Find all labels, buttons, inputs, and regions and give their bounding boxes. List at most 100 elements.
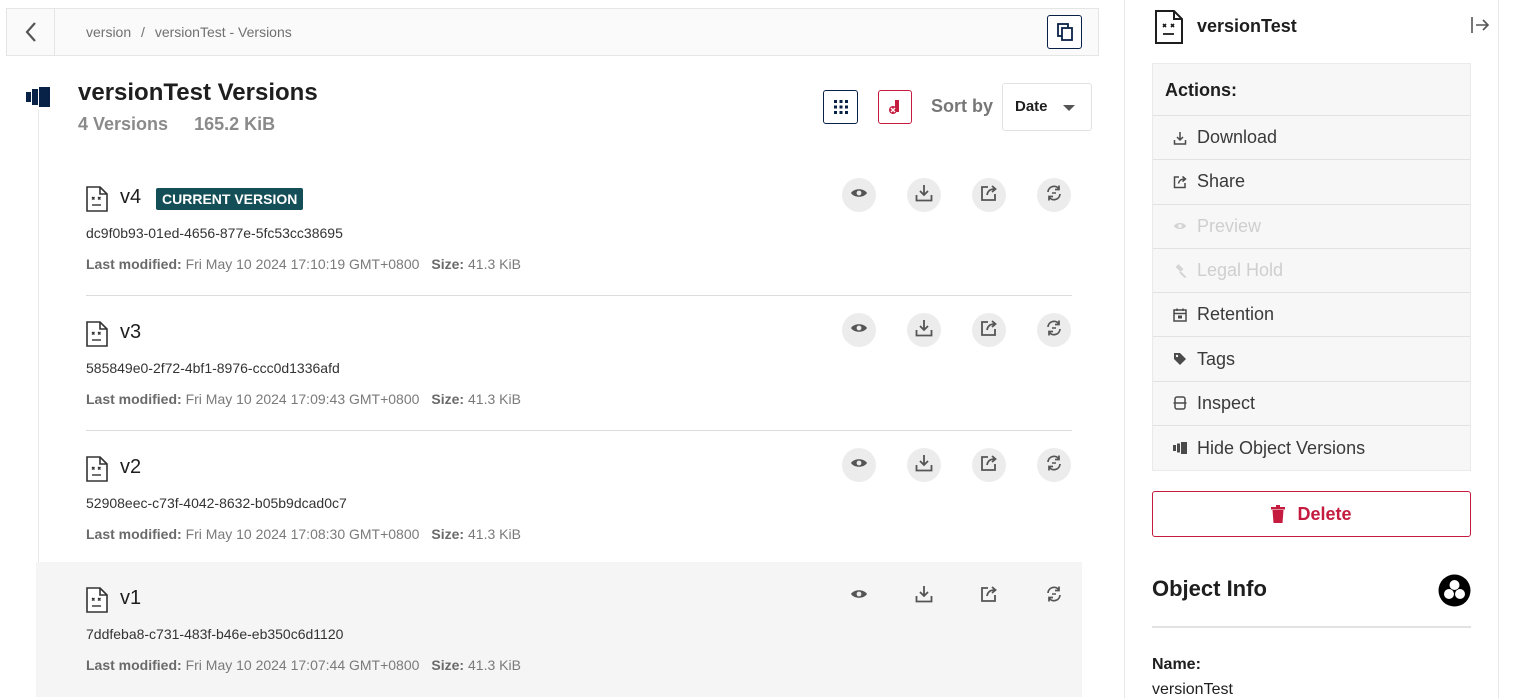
object-info-icon	[1438, 574, 1471, 607]
version-name: v3	[120, 321, 142, 343]
calendar-icon	[1173, 308, 1197, 322]
actions-title: Actions:	[1153, 64, 1470, 116]
eye-icon	[850, 456, 868, 474]
breadcrumb: version / versionTest - Versions	[86, 24, 292, 40]
version-id: 7ddfeba8-c731-483f-b46e-eb350c6d1120	[86, 626, 344, 642]
select-multiple-button[interactable]	[823, 90, 858, 124]
inspect-icon	[1173, 396, 1197, 411]
size-label: Size:	[431, 526, 465, 542]
gavel-icon	[1173, 263, 1197, 278]
delete-button[interactable]: Delete	[1152, 491, 1471, 537]
name-label: Name:	[1152, 656, 1201, 673]
copy-path-button[interactable]	[1047, 15, 1082, 49]
tag-icon	[1173, 352, 1197, 366]
size-label: Size:	[431, 391, 465, 407]
file-icon	[86, 456, 108, 487]
share-version-button[interactable]	[972, 579, 1006, 613]
restore-icon	[1045, 585, 1063, 608]
preview-version-button[interactable]	[842, 448, 876, 482]
action-share[interactable]: Share	[1153, 160, 1470, 205]
action-hide-object-versions[interactable]: Hide Object Versions	[1153, 426, 1470, 470]
panel-edge	[1498, 0, 1499, 698]
share-version-button[interactable]	[972, 178, 1006, 212]
share-version-button[interactable]	[972, 313, 1006, 347]
download-icon	[915, 585, 933, 608]
size-label: Size:	[431, 256, 465, 272]
collapse-panel-icon[interactable]	[1470, 16, 1490, 34]
share-version-button[interactable]	[972, 448, 1006, 482]
current-version-badge: CURRENT VERSION	[156, 188, 304, 210]
share-icon	[980, 585, 998, 608]
restore-version-button[interactable]	[1037, 579, 1071, 613]
versions-count: 4 Versions	[78, 114, 169, 134]
copy-icon	[1056, 23, 1073, 41]
last-modified-label: Last modified:	[86, 657, 182, 673]
object-name: versionTest	[1197, 16, 1297, 36]
version-meta: Last modified: Fri May 10 2024 17:09:43 …	[86, 391, 521, 407]
page-title: versionTest Versions	[78, 79, 318, 106]
version-actions	[842, 448, 1071, 482]
last-modified-value: Fri May 10 2024 17:09:43 GMT+0800	[185, 391, 420, 407]
version-name: v2	[120, 456, 142, 478]
file-icon	[86, 321, 108, 352]
restore-version-button[interactable]	[1037, 313, 1071, 347]
size-value: 41.3 KiB	[468, 526, 521, 542]
version-actions	[842, 579, 1071, 613]
version-meta: Last modified: Fri May 10 2024 17:10:19 …	[86, 256, 521, 272]
action-label: Inspect	[1197, 392, 1256, 413]
back-button[interactable]	[7, 9, 55, 55]
trash-icon	[1271, 505, 1286, 523]
caret-down-icon	[1063, 105, 1075, 111]
version-row[interactable]: v1 7ddfeba8-c731-483f-b46e-eb350c6d1120 La…	[36, 562, 1082, 697]
action-label: Preview	[1197, 215, 1262, 236]
restore-version-button[interactable]	[1037, 448, 1071, 482]
action-label: Download	[1197, 127, 1278, 148]
breadcrumb-separator: /	[141, 24, 145, 40]
delete-non-current-button[interactable]	[878, 90, 912, 124]
version-name: v4	[120, 186, 142, 208]
actions-panel: Actions: Download Share Preview Legal Hold R…	[1152, 63, 1471, 471]
preview-version-button[interactable]	[842, 579, 876, 613]
versions-summary: 4 Versions 165.2 KiB	[78, 114, 275, 135]
eye-icon	[850, 186, 868, 204]
name-value: versionTest	[1152, 681, 1233, 698]
action-inspect[interactable]: Inspect	[1153, 382, 1470, 427]
restore-icon	[1045, 319, 1063, 342]
action-label: Share	[1197, 171, 1246, 192]
action-retention[interactable]: Retention	[1153, 293, 1470, 338]
action-download[interactable]: Download	[1153, 116, 1470, 161]
download-icon	[1173, 131, 1197, 145]
version-row[interactable]: v4 CURRENT VERSION dc9f0b93-01ed-4656-877e…	[36, 161, 1082, 296]
preview-version-button[interactable]	[842, 313, 876, 347]
size-label: Size:	[431, 657, 465, 673]
delete-label: Delete	[1297, 503, 1352, 524]
download-version-button[interactable]	[907, 579, 941, 613]
breadcrumb-bar: version / versionTest - Versions	[6, 8, 1099, 56]
grid-icon	[833, 100, 848, 114]
version-meta: Last modified: Fri May 10 2024 17:08:30 …	[86, 526, 521, 542]
sort-value: Date	[1015, 98, 1048, 115]
download-version-button[interactable]	[907, 178, 941, 212]
size-value: 41.3 KiB	[468, 256, 521, 272]
version-row[interactable]: v3 585849e0-2f72-4bf1-8976-ccc0d1336afd La…	[36, 296, 1082, 431]
version-id: 585849e0-2f72-4bf1-8976-ccc0d1336afd	[86, 360, 340, 376]
download-icon	[915, 184, 933, 207]
eye-icon	[850, 587, 868, 605]
action-legal-hold: Legal Hold	[1153, 249, 1470, 294]
last-modified-label: Last modified:	[86, 391, 182, 407]
preview-version-button[interactable]	[842, 178, 876, 212]
breadcrumb-root[interactable]: version	[86, 24, 131, 40]
download-version-button[interactable]	[907, 448, 941, 482]
download-version-button[interactable]	[907, 313, 941, 347]
versions-icon	[26, 87, 50, 107]
object-info-title: Object Info	[1152, 576, 1267, 601]
sort-select[interactable]: Date	[1002, 83, 1092, 131]
object-info-divider	[1152, 626, 1471, 628]
file-icon	[1155, 10, 1183, 44]
action-tags[interactable]: Tags	[1153, 337, 1470, 382]
restore-version-button[interactable]	[1037, 178, 1071, 212]
share-icon	[980, 184, 998, 207]
panel-divider	[1124, 0, 1125, 698]
version-row[interactable]: v2 52908eec-c73f-4042-8632-b05b9dcad0c7 La…	[36, 431, 1082, 566]
last-modified-value: Fri May 10 2024 17:07:44 GMT+0800	[185, 657, 420, 673]
